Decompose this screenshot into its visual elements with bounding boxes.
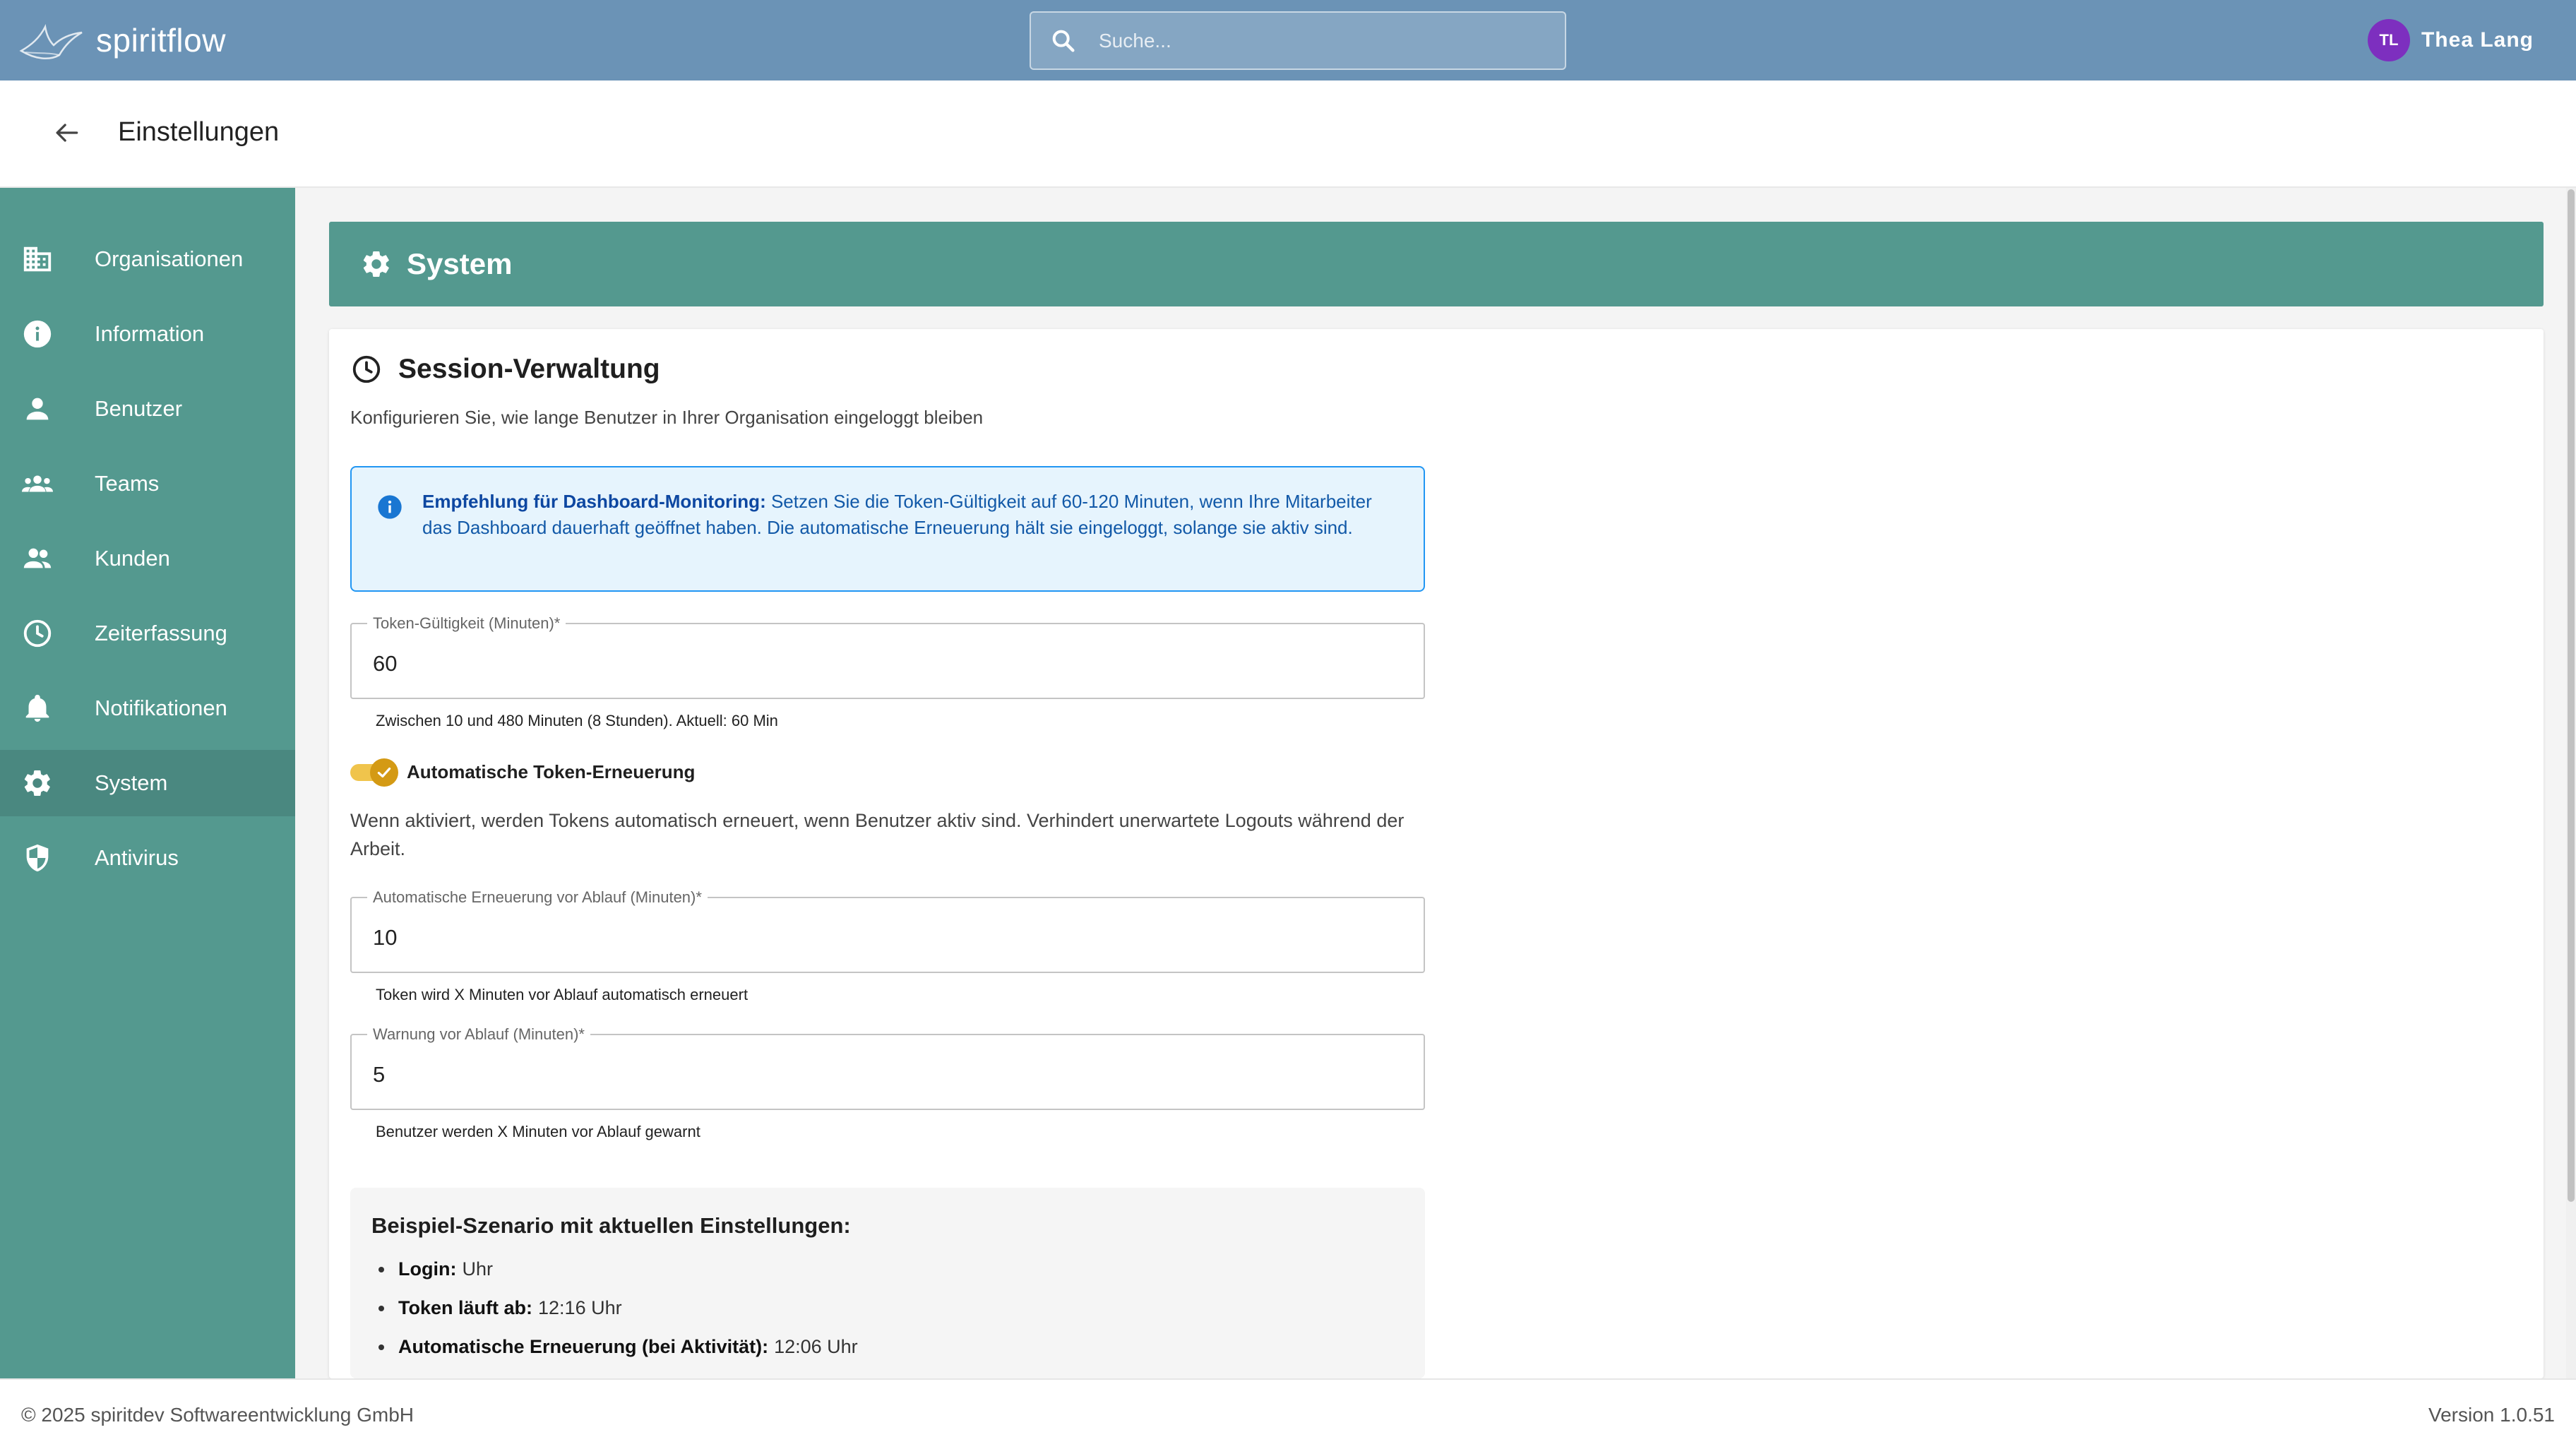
example-title: Beispiel-Szenario mit aktuellen Einstell… <box>371 1213 851 1238</box>
sidebar-item-label: Teams <box>95 471 160 496</box>
renew-helper: Token wird X Minuten vor Ablauf automati… <box>376 986 749 1003</box>
example-value: Uhr <box>462 1258 493 1280</box>
shield-icon <box>26 844 49 872</box>
token-validity-helper: Zwischen 10 und 480 Minuten (8 Stunden).… <box>376 712 778 729</box>
person-icon <box>26 398 49 420</box>
example-scenario: Beispiel-Szenario mit aktuellen Einstell… <box>350 1188 1425 1378</box>
search-input[interactable] <box>1099 29 1551 52</box>
sidebar-item-label: Information <box>95 321 205 346</box>
bullet <box>378 1266 384 1272</box>
info-alert: Empfehlung für Dashboard-Monitoring: Set… <box>350 466 1425 592</box>
people-icon <box>23 548 52 568</box>
scrollbar[interactable] <box>2566 188 2576 1378</box>
sidebar-item-information[interactable]: Information <box>0 301 295 367</box>
gear-icon <box>24 770 50 797</box>
sidebar-item-organisationen[interactable]: Organisationen <box>0 226 295 292</box>
arrow-back-icon[interactable] <box>51 117 82 148</box>
renew-before-expiry-field[interactable]: Automatische Erneuerung vor Ablauf (Minu… <box>350 888 1425 973</box>
sidebar-item-label: Antivirus <box>95 845 179 870</box>
groups-icon <box>21 475 54 492</box>
avatar[interactable]: TL <box>2367 19 2410 61</box>
session-title: Session-Verwaltung <box>398 354 660 384</box>
search-icon <box>1052 30 1075 52</box>
example-value: 12:06 Uhr <box>774 1336 858 1357</box>
clock-icon <box>352 355 381 383</box>
scrollbar-thumb[interactable] <box>2568 189 2575 1202</box>
list-item: Login: Uhr <box>378 1258 493 1280</box>
list-item: Token läuft ab: 12:16 Uhr <box>378 1297 622 1319</box>
field-value[interactable]: 10 <box>373 925 397 950</box>
sidebar-item-benutzer[interactable]: Benutzer <box>0 376 295 442</box>
sidebar-item-label: Kunden <box>95 546 170 571</box>
field-value[interactable]: 5 <box>373 1062 385 1087</box>
toggle-thumb[interactable] <box>370 758 398 787</box>
section-title: System <box>407 247 513 280</box>
page-title: Einstellungen <box>118 117 280 147</box>
info-bold: Empfehlung für Dashboard-Monitoring: <box>422 491 766 512</box>
session-description: Konfigurieren Sie, wie lange Benutzer in… <box>350 407 984 428</box>
toggle-track[interactable] <box>350 758 398 787</box>
field-label: Automatische Erneuerung vor Ablauf (Minu… <box>367 888 708 907</box>
field-label: Warnung vor Ablauf (Minuten)* <box>367 1025 590 1044</box>
field-label: Token-Gültigkeit (Minuten)* <box>367 614 566 633</box>
bullet <box>378 1344 384 1350</box>
info-icon <box>23 320 52 348</box>
session-card: Session-Verwaltung Konfigurieren Sie, wi… <box>329 329 2544 1378</box>
bell-icon <box>25 694 49 722</box>
bullet <box>378 1305 384 1311</box>
check-icon <box>377 767 391 777</box>
sidebar-item-zeiterfassung[interactable]: Zeiterfassung <box>0 600 295 667</box>
example-label: Login: <box>398 1258 457 1280</box>
auto-renew-toggle[interactable]: Automatische Token-Erneuerung <box>350 758 696 787</box>
sidebar: Organisationen Information Benutzer Team… <box>0 188 295 1378</box>
clock-icon <box>23 619 52 648</box>
sidebar-item-label: Notifikationen <box>95 696 227 720</box>
example-label: Automatische Erneuerung (bei Aktivität): <box>398 1336 769 1357</box>
toggle-label: Automatische Token-Erneuerung <box>407 761 696 782</box>
list-item: Automatische Erneuerung (bei Aktivität):… <box>378 1336 858 1358</box>
page-header: Einstellungen <box>0 80 2576 188</box>
user-name[interactable]: Thea Lang <box>2421 28 2534 52</box>
gear-icon <box>363 251 389 278</box>
app-logo[interactable]: spiritflow <box>18 17 226 64</box>
sidebar-item-label: Zeiterfassung <box>95 621 227 645</box>
sidebar-item-notifikationen[interactable]: Notifikationen <box>0 675 295 741</box>
sidebar-item-teams[interactable]: Teams <box>0 451 295 517</box>
app-name: spiritflow <box>96 22 226 59</box>
footer: © 2025 spiritdev Softwareentwicklung Gmb… <box>0 1378 2576 1449</box>
sidebar-item-system[interactable]: System <box>0 750 295 816</box>
auto-renew-description: Wenn aktiviert, werden Tokens automatisc… <box>350 810 1405 859</box>
warning-before-expiry-field[interactable]: Warnung vor Ablauf (Minuten)* 5 <box>350 1025 1425 1110</box>
sidebar-item-label: System <box>95 770 168 795</box>
info-icon <box>378 495 402 519</box>
example-value: 12:16 Uhr <box>538 1297 622 1318</box>
search-box[interactable] <box>1030 11 1566 70</box>
card-title: Session-Verwaltung <box>350 353 660 386</box>
token-validity-field[interactable]: Token-Gültigkeit (Minuten)* 60 <box>350 614 1425 699</box>
section-header-system: System <box>329 222 2544 306</box>
field-value[interactable]: 60 <box>373 651 397 676</box>
copyright: © 2025 spiritdev Softwareentwicklung Gmb… <box>21 1404 414 1426</box>
bird-logo-icon <box>19 24 83 60</box>
version: Version 1.0.51 <box>2428 1404 2555 1426</box>
warning-helper: Benutzer werden X Minuten vor Ablauf gew… <box>376 1123 700 1140</box>
building-icon <box>23 246 52 272</box>
top-bar: spiritflow TL Thea Lang <box>0 0 2576 80</box>
sidebar-item-label: Benutzer <box>95 396 183 421</box>
sidebar-item-antivirus[interactable]: Antivirus <box>0 825 295 891</box>
user-menu[interactable]: TL Thea Lang <box>2367 19 2534 61</box>
info-text: Empfehlung für Dashboard-Monitoring: Set… <box>422 489 1404 541</box>
sidebar-item-label: Organisationen <box>95 246 244 271</box>
example-label: Token läuft ab: <box>398 1297 533 1318</box>
sidebar-item-kunden[interactable]: Kunden <box>0 525 295 592</box>
